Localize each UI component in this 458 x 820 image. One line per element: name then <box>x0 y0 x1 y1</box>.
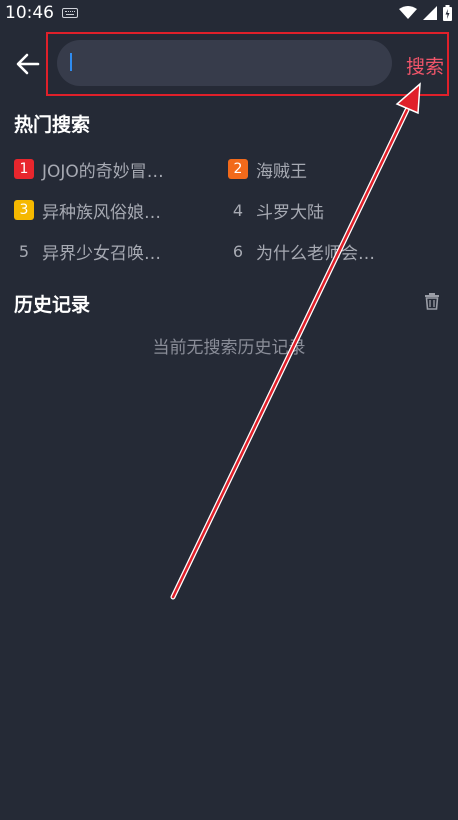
signal-icon <box>423 6 437 20</box>
hot-search-text: 异种族风俗娘… <box>42 202 161 223</box>
trash-icon[interactable] <box>423 292 441 310</box>
rank-number: 6 <box>232 241 244 261</box>
hot-search-item[interactable]: 1 JOJO的奇妙冒… <box>14 158 164 182</box>
hot-search-item[interactable]: 3 异种族风俗娘… <box>14 199 161 223</box>
hot-search-item[interactable]: 6 为什么老师会… <box>228 240 375 264</box>
status-time: 10:46 <box>5 3 54 23</box>
rank-number: 5 <box>18 241 30 261</box>
keyboard-icon <box>62 8 78 18</box>
hot-search-text: JOJO的奇妙冒… <box>42 161 164 182</box>
rank-badge: 3 <box>14 200 34 220</box>
rank-badge: 2 <box>228 159 248 179</box>
rank-number: 4 <box>232 200 244 220</box>
wifi-icon <box>399 6 417 19</box>
hot-search-item[interactable]: 2 海贼王 <box>228 158 307 182</box>
history-empty-text: 当前无搜索历史记录 <box>152 338 306 358</box>
hot-search-text: 斗罗大陆 <box>256 202 324 223</box>
hot-search-text: 异界少女召唤… <box>42 243 161 264</box>
system-icons <box>399 5 452 21</box>
hot-search-item[interactable]: 4 斗罗大陆 <box>228 199 324 223</box>
status-bar: 10:46 <box>0 0 458 28</box>
hot-search-title: 热门搜索 <box>14 114 91 136</box>
hot-search-text: 海贼王 <box>256 161 307 182</box>
highlight-frame <box>46 32 449 96</box>
hot-search-text: 为什么老师会… <box>256 243 375 264</box>
battery-icon <box>443 5 452 21</box>
history-title: 历史记录 <box>14 294 91 316</box>
hot-search-item[interactable]: 5 异界少女召唤… <box>14 240 161 264</box>
rank-badge: 1 <box>14 159 34 179</box>
back-arrow-icon[interactable] <box>14 50 42 78</box>
